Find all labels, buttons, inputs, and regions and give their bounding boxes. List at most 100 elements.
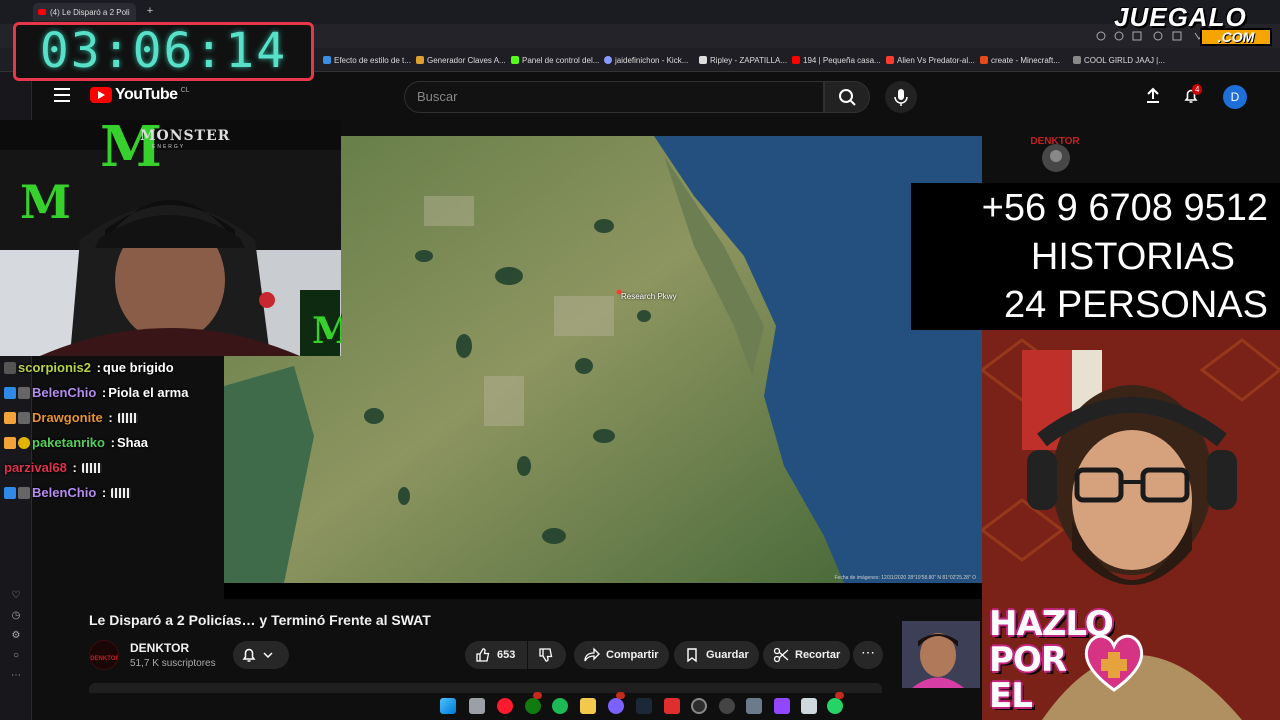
chat-message: BelenChio :	[4, 485, 132, 500]
bookmark-5[interactable]: Ripley - ZAPATILLA...	[699, 54, 787, 66]
chat-username: BelenChio	[32, 385, 97, 400]
chat-text: que brigido	[102, 360, 174, 375]
share-icon	[584, 647, 600, 662]
xbox-icon[interactable]	[525, 698, 541, 714]
chat-badge-icon	[4, 486, 16, 499]
twitch-icon[interactable]	[774, 698, 790, 714]
file-explorer-icon[interactable]	[580, 698, 596, 714]
bookmark-icon	[416, 56, 424, 64]
steam-icon[interactable]	[636, 698, 652, 714]
bookmark-3[interactable]: Panel de control del...	[511, 54, 599, 66]
calculator-icon[interactable]	[801, 698, 817, 714]
windows-taskbar	[434, 692, 846, 720]
bookmark-6[interactable]: 194 | Pequeña casa...	[792, 54, 881, 66]
youtube-wordmark: YouTube	[115, 86, 178, 103]
chevron-down-icon	[263, 652, 273, 659]
microphone-icon	[894, 89, 908, 106]
subscribed-bell-button[interactable]	[233, 641, 289, 669]
discord-icon[interactable]	[608, 698, 624, 714]
chat-username: Drawgonite	[32, 410, 103, 425]
app-icon[interactable]	[664, 698, 680, 714]
like-count: 653	[497, 649, 516, 661]
windows-start-icon[interactable]	[440, 698, 456, 714]
country-code: CL	[180, 86, 190, 94]
menu-icon[interactable]	[54, 88, 70, 102]
overlay-line-historias: HISTORIAS	[1030, 236, 1235, 278]
more-actions-button[interactable]: ⋯	[853, 641, 883, 669]
search-input[interactable]: Buscar	[404, 81, 824, 113]
whatsapp-icon[interactable]	[827, 698, 843, 714]
opera-icon[interactable]	[497, 698, 513, 714]
chat-username: parzival68	[4, 460, 67, 475]
svg-text:DENKTOR: DENKTOR	[90, 656, 119, 662]
chat-text: Shaa	[116, 435, 149, 450]
chat-badge-icon	[18, 386, 30, 399]
video-controls-bar[interactable]	[224, 583, 982, 599]
chat-badge-icon	[4, 436, 16, 449]
new-tab-button[interactable]: +	[144, 5, 156, 17]
youtube-favicon-icon	[38, 9, 46, 15]
chat-message: paketanriko : Shaa	[4, 435, 148, 450]
browser-tab[interactable]: (4) Le Disparó a 2 Poli	[33, 3, 136, 21]
heart-icon	[1084, 634, 1144, 692]
search-button[interactable]	[824, 81, 870, 113]
bookmark-icon	[687, 648, 697, 663]
channel-name[interactable]: DENKTOR	[130, 641, 189, 655]
chat-text: Piola el arma	[108, 385, 189, 400]
chat-username: scorpionis2	[18, 360, 91, 375]
description-box[interactable]	[89, 683, 882, 693]
chat-badge-icon	[4, 361, 16, 374]
stream-timer: 03:06:14	[13, 22, 314, 81]
monster-claw-icon: M	[20, 175, 71, 229]
chat-badge-icon	[18, 411, 30, 424]
heart-icon[interactable]: ♡	[10, 590, 22, 602]
ripley-icon	[699, 56, 707, 64]
notification-dot	[533, 692, 542, 699]
settings-icon[interactable]: ⚙	[10, 630, 22, 642]
bookmark-4[interactable]: jaidefinichon - Kick...	[604, 54, 688, 66]
chat-message: parzival68 :	[4, 460, 102, 475]
account-avatar[interactable]: D	[1223, 85, 1247, 109]
chat-badge-icon	[4, 386, 16, 399]
thumbs-down-icon	[539, 648, 553, 662]
obs-icon[interactable]	[691, 698, 707, 714]
bookmark-8[interactable]: create - Minecraft...	[980, 54, 1060, 66]
subscriber-count: 51,7 K suscriptores	[130, 658, 216, 669]
more-icon[interactable]: ⋯	[10, 670, 22, 682]
monster-wordmark: MONSTER	[140, 128, 231, 144]
task-view-icon[interactable]	[469, 698, 485, 714]
save-button[interactable]: Guardar	[674, 641, 759, 669]
lightbulb-icon[interactable]: ○	[10, 650, 22, 662]
youtube-logo[interactable]: YouTube CL	[90, 86, 190, 104]
bookmark-1[interactable]: Efecto de estilo de t...	[323, 54, 411, 66]
voice-search-button[interactable]	[885, 81, 917, 113]
history-icon[interactable]: ◷	[10, 610, 22, 622]
like-button[interactable]: 653	[465, 641, 527, 669]
bookmark-9[interactable]: COOL GIRLD JAAJ |...	[1073, 54, 1165, 66]
settings-icon[interactable]	[746, 698, 762, 714]
guest-webcam-image	[902, 621, 980, 688]
spotify-icon[interactable]	[552, 698, 568, 714]
chat-badge-icon	[18, 486, 30, 499]
bookmark-2[interactable]: Generador Claves A...	[416, 54, 506, 66]
bookmark-7[interactable]: Alien Vs Predator-al...	[886, 54, 975, 66]
thumbs-up-icon	[476, 648, 490, 662]
channel-avatar[interactable]: DENKTOR	[89, 640, 119, 670]
webcam-scene	[0, 120, 341, 356]
upload-icon[interactable]	[1144, 87, 1162, 105]
app-icon[interactable]	[719, 698, 735, 714]
chat-username: BelenChio	[32, 485, 97, 500]
map-label: Research Pkwy	[621, 292, 677, 301]
notification-dot	[616, 692, 625, 699]
emote-icon	[111, 487, 132, 498]
dislike-button[interactable]	[528, 641, 566, 669]
chat-badge-icon	[4, 411, 16, 424]
channel-logo-overlay-icon: DENKTOR	[1030, 136, 1080, 172]
clip-button[interactable]: Recortar	[763, 641, 851, 669]
monster-subtitle: ENERGY	[152, 144, 186, 150]
tab-title: (4) Le Disparó a 2 Poli	[50, 7, 130, 17]
youtube-play-icon	[90, 87, 112, 103]
share-button[interactable]: Compartir	[574, 641, 669, 669]
streamer-webcam: M MONSTER ENERGY M M	[0, 120, 341, 356]
chat-badge-icon	[18, 436, 30, 449]
